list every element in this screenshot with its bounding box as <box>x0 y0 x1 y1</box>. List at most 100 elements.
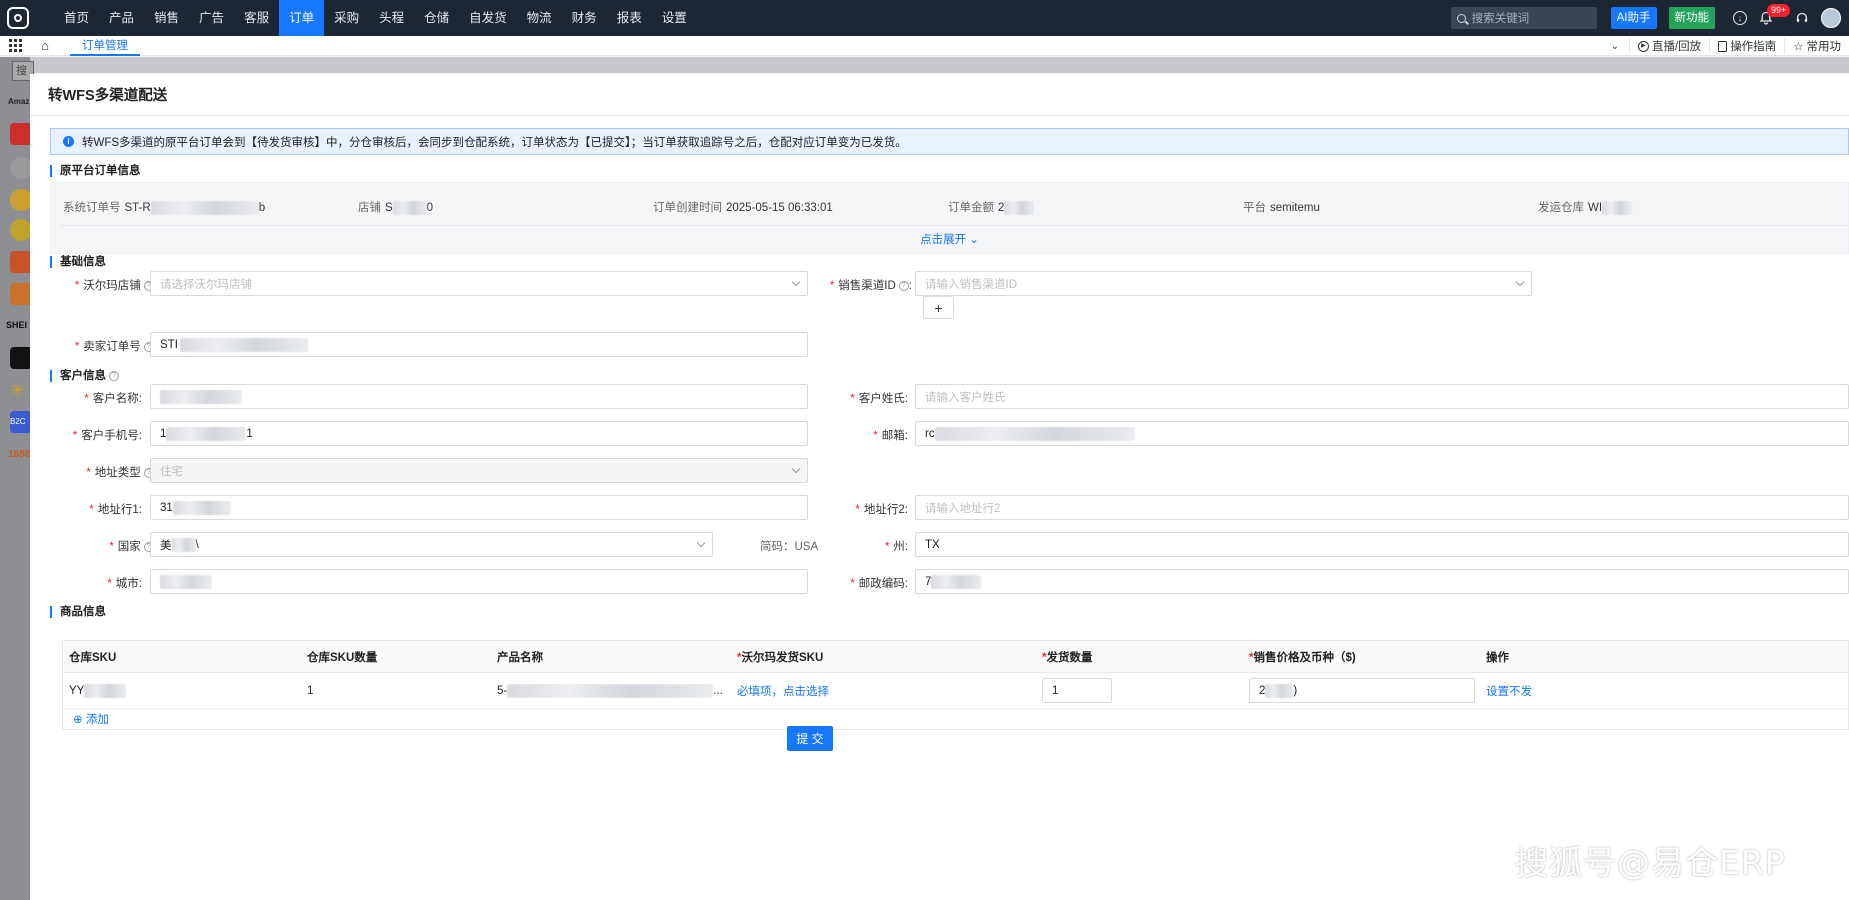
original-order-fields: 系统订单号 ST-R b 店铺 S 0 订单创建时间 2025-05-15 06:33:0… <box>51 199 1848 217</box>
background-sidebar: 搜 Amaz SHEI ✳ B2C 1688 <box>0 57 34 900</box>
nav-menu-item-2[interactable]: 销售 <box>144 0 189 36</box>
nav-menu-item-8[interactable]: 仓储 <box>414 0 459 36</box>
section-basic-info: 基础信息 <box>50 256 106 268</box>
nav-menu-item-10[interactable]: 物流 <box>517 0 562 36</box>
price-input[interactable]: 2) <box>1249 678 1475 703</box>
set-not-ship-link[interactable]: 设置不发 <box>1480 683 1580 699</box>
column-header-5: *销售价格及币种（$) <box>1249 651 1356 664</box>
amazon-text: Amaz <box>8 97 30 106</box>
navbar-right: 搜索关键词 AI助手 新功能 ↓ 99+ <box>1450 0 1849 36</box>
nav-menu-item-7[interactable]: 头程 <box>369 0 414 36</box>
add-product-link[interactable]: ⊕ 添加 <box>63 709 1848 729</box>
customer-name-input[interactable] <box>150 384 808 409</box>
headset-support-icon[interactable] <box>1789 0 1815 36</box>
home-icon[interactable]: ⌂ <box>30 36 60 56</box>
customer-surname-label: * 客户姓氏: <box>850 393 908 405</box>
drawer-header: 转WFS多渠道配送 <box>30 74 1849 116</box>
nav-menu-item-6[interactable]: 采购 <box>324 0 369 36</box>
address-line1-input[interactable]: 31 <box>150 495 808 520</box>
email-label: * 邮箱: <box>873 430 908 442</box>
help-icon: ? <box>898 280 909 291</box>
shopee-icon <box>10 251 32 273</box>
b2c-icon: B2C <box>10 411 32 433</box>
address-type-label: *地址类型?: <box>50 464 157 480</box>
tab-order-management[interactable]: 订单管理 <box>70 36 140 56</box>
cell-sku: YY <box>63 683 301 698</box>
nav-menu-item-4[interactable]: 客服 <box>234 0 279 36</box>
ai-assistant-button[interactable]: AI助手 <box>1610 7 1657 29</box>
nav-menu-item-9[interactable]: 自发货 <box>459 0 517 36</box>
walmart-spark-icon: ✳ <box>10 380 26 400</box>
wfs-sku-select-link[interactable]: 必填项，点击选择 <box>731 683 1036 699</box>
orig-order-no: 系统订单号 ST-R b <box>63 200 266 215</box>
star-icon: ☆ <box>1793 41 1804 53</box>
global-search-input[interactable]: 搜索关键词 <box>1450 7 1597 29</box>
help-icon: ? <box>109 370 119 381</box>
walmart-store-select[interactable]: 请选择沃尔玛店铺 <box>150 271 808 296</box>
expand-link[interactable]: 点击展开 ⌄ <box>51 231 1848 247</box>
chevron-down-icon[interactable]: ⌄ <box>1601 41 1629 52</box>
zip-input[interactable]: 7 <box>915 569 1849 594</box>
nav-menu-item-11[interactable]: 财务 <box>562 0 607 36</box>
tiktok-icon <box>10 347 32 369</box>
orig-platform: 平台 semitemu <box>1243 202 1320 214</box>
app-logo[interactable] <box>0 0 36 36</box>
orig-amount: 订单金额 2 <box>936 199 1231 217</box>
cell-price: 2) <box>1243 678 1480 703</box>
address-type-select[interactable]: 住宅 <box>150 458 808 483</box>
operation-guide-link[interactable]: 操作指南 <box>1709 38 1784 54</box>
common-functions-link[interactable]: ☆ 常用功 <box>1784 38 1849 54</box>
info-alert: i 转WFS多渠道的原平台订单会到【待发货审核】中，分仓审核后，会同步到仓配系统… <box>50 128 1849 155</box>
table-row: YY 1 5-... 必填项，点击选择 1 2) 设置不发 <box>63 673 1848 709</box>
column-header-2: 产品名称 <box>497 651 543 664</box>
new-features-button[interactable]: 新功能 <box>1668 7 1715 29</box>
document-icon <box>1718 40 1728 52</box>
customer-surname-input[interactable]: 请输入客户姓氏 <box>915 384 1849 409</box>
state-input[interactable]: TX <box>915 532 1849 557</box>
1688-text: 1688 <box>8 449 31 460</box>
divider <box>61 225 1848 226</box>
country-label: *国家?: <box>50 538 157 554</box>
email-input[interactable]: rc <box>915 421 1849 446</box>
nav-menu-item-12[interactable]: 报表 <box>607 0 652 36</box>
search-icon <box>1456 13 1466 23</box>
submit-button[interactable]: 提 交 <box>787 726 833 751</box>
notification-bell-icon[interactable]: 99+ <box>1753 0 1791 36</box>
customer-name-label: * 客户名称: <box>84 393 142 405</box>
cell-sku-qty: 1 <box>307 684 314 697</box>
apps-grid-icon[interactable] <box>0 36 30 56</box>
section-original-order: 原平台订单信息 <box>50 165 141 177</box>
seller-order-label: *卖家订单号?: <box>50 338 157 354</box>
play-circle-icon: ▶ <box>1637 40 1649 52</box>
seller-order-input[interactable]: STI <box>150 332 808 357</box>
watermark-text: 搜狐号@易仓ERP <box>1515 843 1786 882</box>
nav-menu-item-0[interactable]: 首页 <box>54 0 99 36</box>
mercado-icon <box>10 189 32 211</box>
nav-menu-item-5[interactable]: 订单 <box>279 0 325 36</box>
ship-qty-input[interactable]: 1 <box>1042 678 1112 703</box>
user-avatar[interactable] <box>1821 8 1841 28</box>
country-select[interactable]: 美 \ <box>150 532 713 557</box>
aliexpress-icon <box>10 123 32 145</box>
city-input[interactable] <box>150 569 808 594</box>
nav-menu-item-1[interactable]: 产品 <box>99 0 144 36</box>
yellow-badge-icon <box>10 219 32 241</box>
nav-menu-item-3[interactable]: 广告 <box>189 0 234 36</box>
column-header-4: *发货数量 <box>1042 651 1093 664</box>
orig-warehouse: 发运仓库 WI <box>1526 199 1821 217</box>
shein-text: SHEI <box>6 320 28 330</box>
nav-menu-item-13[interactable]: 设置 <box>652 0 697 36</box>
drawer-title: 转WFS多渠道配送 <box>48 88 168 104</box>
sales-channel-label: * 销售渠道ID?: <box>829 280 912 292</box>
section-customer-info: 客户信息? <box>50 370 119 382</box>
download-icon[interactable]: ↓ <box>1727 0 1753 36</box>
address-line2-input[interactable]: 请输入地址行2 <box>915 495 1849 520</box>
customer-phone-input[interactable]: 11 <box>150 421 808 446</box>
state-label: * 州: <box>884 541 908 553</box>
top-navbar: 首页 产品 销售 广告 客服 订单 采购 头程 仓储 自发货 物流 财务 报表 设置 搜索关键词 AI助手… <box>0 0 1849 36</box>
live-replay-link[interactable]: ▶ 直播/回放 <box>1628 38 1709 54</box>
page-background-strip <box>0 57 1849 73</box>
cell-ship-qty: 1 <box>1036 678 1243 703</box>
add-channel-button[interactable]: + <box>923 296 954 319</box>
sales-channel-select[interactable]: 请输入销售渠道ID <box>915 271 1532 296</box>
